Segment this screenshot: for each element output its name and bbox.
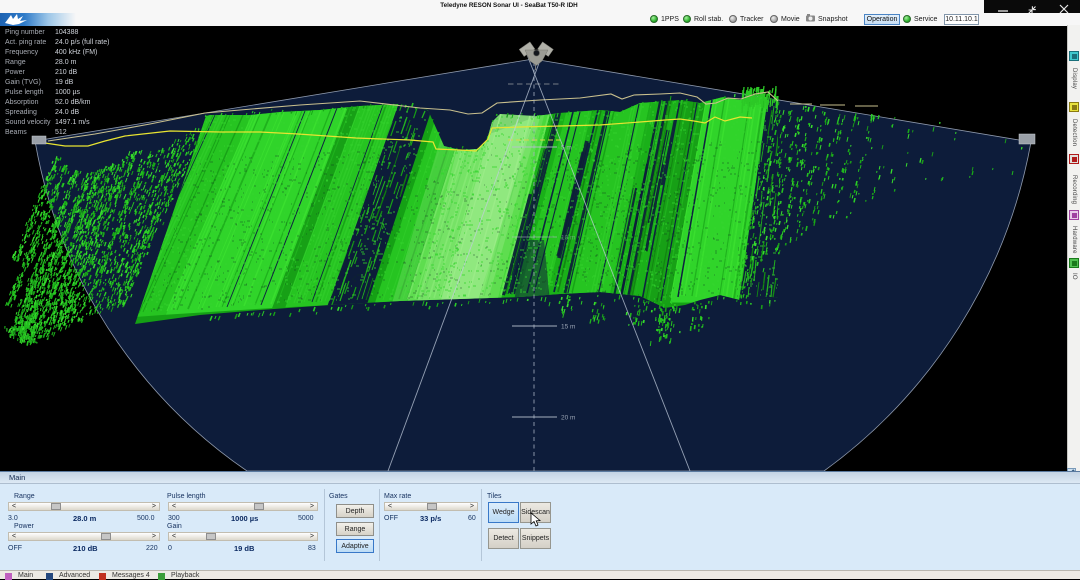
- svg-text:20 m: 20 m: [561, 415, 575, 422]
- svg-text:10 m: 10 m: [561, 235, 575, 242]
- svg-text:15 m: 15 m: [561, 324, 575, 331]
- svg-text:5 m: 5 m: [561, 145, 572, 152]
